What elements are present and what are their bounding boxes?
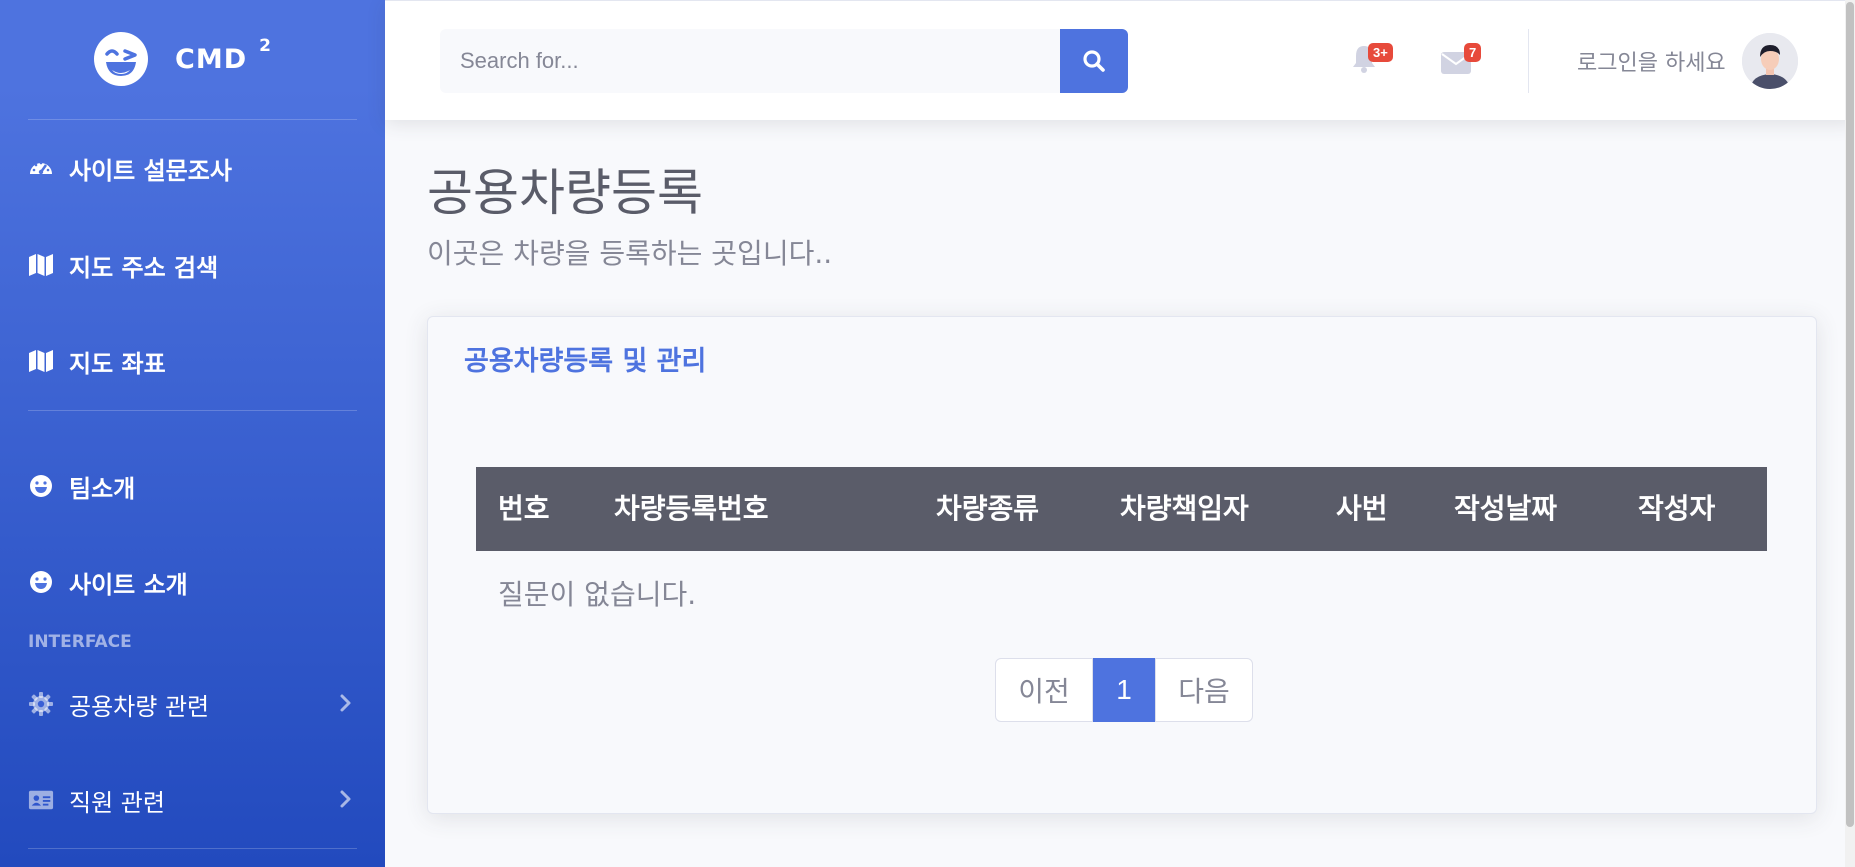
column-header: 사번 xyxy=(1336,492,1388,525)
card-title: 공용차량등록 및 관리 xyxy=(464,346,707,377)
prev-page-button[interactable]: 이전 xyxy=(995,658,1093,722)
brand[interactable]: CMD 2 xyxy=(0,0,385,118)
chevron-right-icon xyxy=(340,790,351,808)
scrollbar-thumb[interactable] xyxy=(1846,2,1854,827)
sidebar-item-label: 직원 관련 xyxy=(69,788,165,817)
gear-icon xyxy=(28,691,54,717)
brand-text: CMD 2 xyxy=(175,36,272,75)
column-header: 작성자 xyxy=(1638,492,1716,525)
sidebar-item-team[interactable]: 팀소개 xyxy=(28,466,357,506)
sidebar-item-map-coords[interactable]: 지도 좌표 xyxy=(28,341,357,381)
column-header: 차량책임자 xyxy=(1120,492,1249,525)
sidebar-item-label: 공용차량 관련 xyxy=(69,692,210,721)
pagination: 이전 1 다음 xyxy=(995,658,1253,722)
page-title: 공용차량등록 xyxy=(427,164,703,222)
brand-superscript: 2 xyxy=(259,35,272,56)
id-card-icon xyxy=(28,787,54,813)
search-icon xyxy=(1083,50,1105,72)
column-header: 번호 xyxy=(498,492,550,525)
search-button[interactable] xyxy=(1060,29,1128,93)
chevron-right-icon xyxy=(340,694,351,712)
empty-message: 질문이 없습니다. xyxy=(498,578,697,611)
table-header: 번호 차량등록번호 차량종류 차량책임자 사번 작성날짜 작성자 xyxy=(476,467,1767,551)
column-header: 차량등록번호 xyxy=(614,492,769,525)
avatar[interactable] xyxy=(1742,33,1798,89)
vehicle-card: 공용차량등록 및 관리 번호 차량등록번호 차량종류 차량책임자 사번 작성날짜… xyxy=(427,316,1817,814)
sidebar-item-label: 지도 좌표 xyxy=(69,349,166,378)
search-input[interactable] xyxy=(440,29,1060,93)
map-icon xyxy=(28,252,54,278)
sidebar-divider xyxy=(28,119,357,120)
sidebar-item-site-intro[interactable]: 사이트 소개 xyxy=(28,562,357,602)
next-page-button[interactable]: 다음 xyxy=(1155,658,1253,722)
map-icon xyxy=(28,348,54,374)
sidebar-heading: INTERFACE xyxy=(28,632,132,652)
sidebar-item-survey[interactable]: 사이트 설문조사 xyxy=(28,148,357,188)
sidebar-item-label: 사이트 설문조사 xyxy=(69,156,232,185)
sidebar-divider xyxy=(28,848,357,849)
user-avatar-icon xyxy=(1742,33,1798,89)
column-header: 작성날짜 xyxy=(1454,492,1558,525)
sidebar-item-vehicles[interactable]: 공용차량 관련 xyxy=(28,684,357,724)
topbar: 3+ 7 로그인을 하세요 xyxy=(385,0,1855,120)
smile-icon xyxy=(28,569,54,595)
column-header: 차량종류 xyxy=(936,492,1040,525)
page-scrollbar[interactable] xyxy=(1845,0,1855,867)
page-subtitle: 이곳은 차량을 등록하는 곳입니다.. xyxy=(427,237,833,270)
sidebar-item-label: 지도 주소 검색 xyxy=(69,253,219,282)
tachometer-icon xyxy=(28,155,54,181)
laugh-wink-icon xyxy=(94,32,149,86)
alerts-badge: 3+ xyxy=(1368,43,1393,62)
sidebar-item-staff[interactable]: 직원 관련 xyxy=(28,780,357,820)
search-form xyxy=(440,29,1128,93)
sidebar-item-label: 팀소개 xyxy=(69,474,136,503)
smile-icon xyxy=(28,473,54,499)
topbar-divider xyxy=(1528,29,1529,93)
messages-badge: 7 xyxy=(1464,43,1482,62)
sidebar-item-address-search[interactable]: 지도 주소 검색 xyxy=(28,245,357,285)
page-1-button[interactable]: 1 xyxy=(1093,658,1155,722)
sidebar-item-label: 사이트 소개 xyxy=(69,570,188,599)
sidebar-divider xyxy=(28,410,357,411)
user-name[interactable]: 로그인을 하세요 xyxy=(1577,45,1726,77)
brand-name: CMD xyxy=(175,43,248,75)
sidebar: CMD 2 사이트 설문조사 지도 주소 검색 지도 좌표 팀소개 사이트 소개 … xyxy=(0,0,385,867)
